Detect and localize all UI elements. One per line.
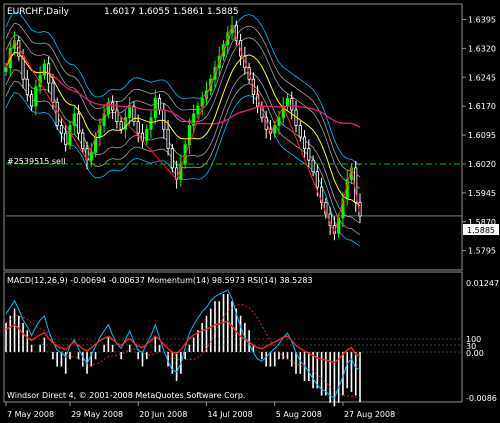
date-tick-label: 14 Jul 2008: [207, 410, 252, 419]
candle-body: [153, 98, 157, 119]
ind-label-zero: 0.00: [466, 349, 484, 358]
date-tick-label: 20 Jun 2008: [139, 410, 187, 419]
candle-body: [59, 125, 64, 134]
price-tick-label: 1.6170: [468, 102, 496, 111]
candle-body: [128, 105, 132, 119]
candle-body: [302, 136, 307, 149]
date-tick-label: 29 May 2008: [71, 410, 123, 419]
candle-body: [157, 98, 162, 111]
ind-label-bottom: -0.0086: [466, 394, 497, 403]
candle-body: [68, 125, 72, 146]
date-tick-label: 27 Aug 2008: [344, 410, 395, 419]
copyright-footer: Windsor Direct 4, © 2001-2008 MetaQuotes…: [7, 391, 245, 400]
candle-body: [81, 132, 85, 149]
candle-body: [64, 132, 68, 146]
date-tick-label: 5 Aug 2008: [276, 410, 322, 419]
candle-body: [72, 113, 76, 126]
price-tick-label: 1.5795: [468, 247, 496, 256]
candle-body: [149, 117, 153, 130]
candle-body: [4, 67, 8, 72]
candle-body: [51, 82, 55, 103]
candle-body: [277, 117, 281, 126]
candle-body: [166, 128, 170, 149]
candle-body: [311, 159, 315, 173]
symbol-label: EURCHF,Daily: [7, 7, 70, 17]
forex-chart: 1.6395 1.6320 1.6245 1.6170 1.6095 1.6020 1.59…: [0, 0, 500, 423]
candle-body: [34, 86, 38, 107]
candle-body: [298, 125, 302, 138]
candle-body: [196, 105, 200, 115]
price-tick-label: 1.6320: [468, 44, 496, 53]
candle-body: [285, 98, 290, 107]
ohlc-label: 1.6017 1.6055 1.5861 1.5885: [104, 7, 239, 17]
price-tick-label: 1.6245: [468, 73, 496, 82]
candle-body: [145, 128, 149, 142]
price-tick-label: 1.6020: [468, 160, 496, 169]
candle-body: [162, 109, 166, 130]
price-tick-label: 1.6095: [468, 131, 496, 140]
candle-body: [136, 121, 140, 134]
candle-body: [170, 148, 174, 169]
sell-order-label: #2539515 sell: [7, 157, 65, 166]
candle-body: [25, 78, 29, 96]
candle-body: [76, 113, 81, 134]
candle-body: [307, 148, 311, 161]
candle-body: [119, 121, 123, 130]
price-tick-label: 1.6395: [468, 15, 496, 24]
date-tick-label: 7 May 2008: [7, 410, 54, 419]
indicator-header: MACD(12,26,9) -0.00694 -0.00637 Momentum…: [7, 276, 313, 285]
candle-body: [30, 94, 34, 107]
candle-body: [55, 101, 59, 126]
price-tick-label: 1.5945: [468, 189, 496, 198]
candle-body: [89, 152, 93, 161]
current-price-label: 1.5885: [467, 226, 495, 235]
ind-label-top: 0.01247: [466, 279, 499, 288]
candle-body: [315, 171, 319, 188]
candle-body: [42, 63, 46, 76]
candle-body: [290, 98, 294, 111]
